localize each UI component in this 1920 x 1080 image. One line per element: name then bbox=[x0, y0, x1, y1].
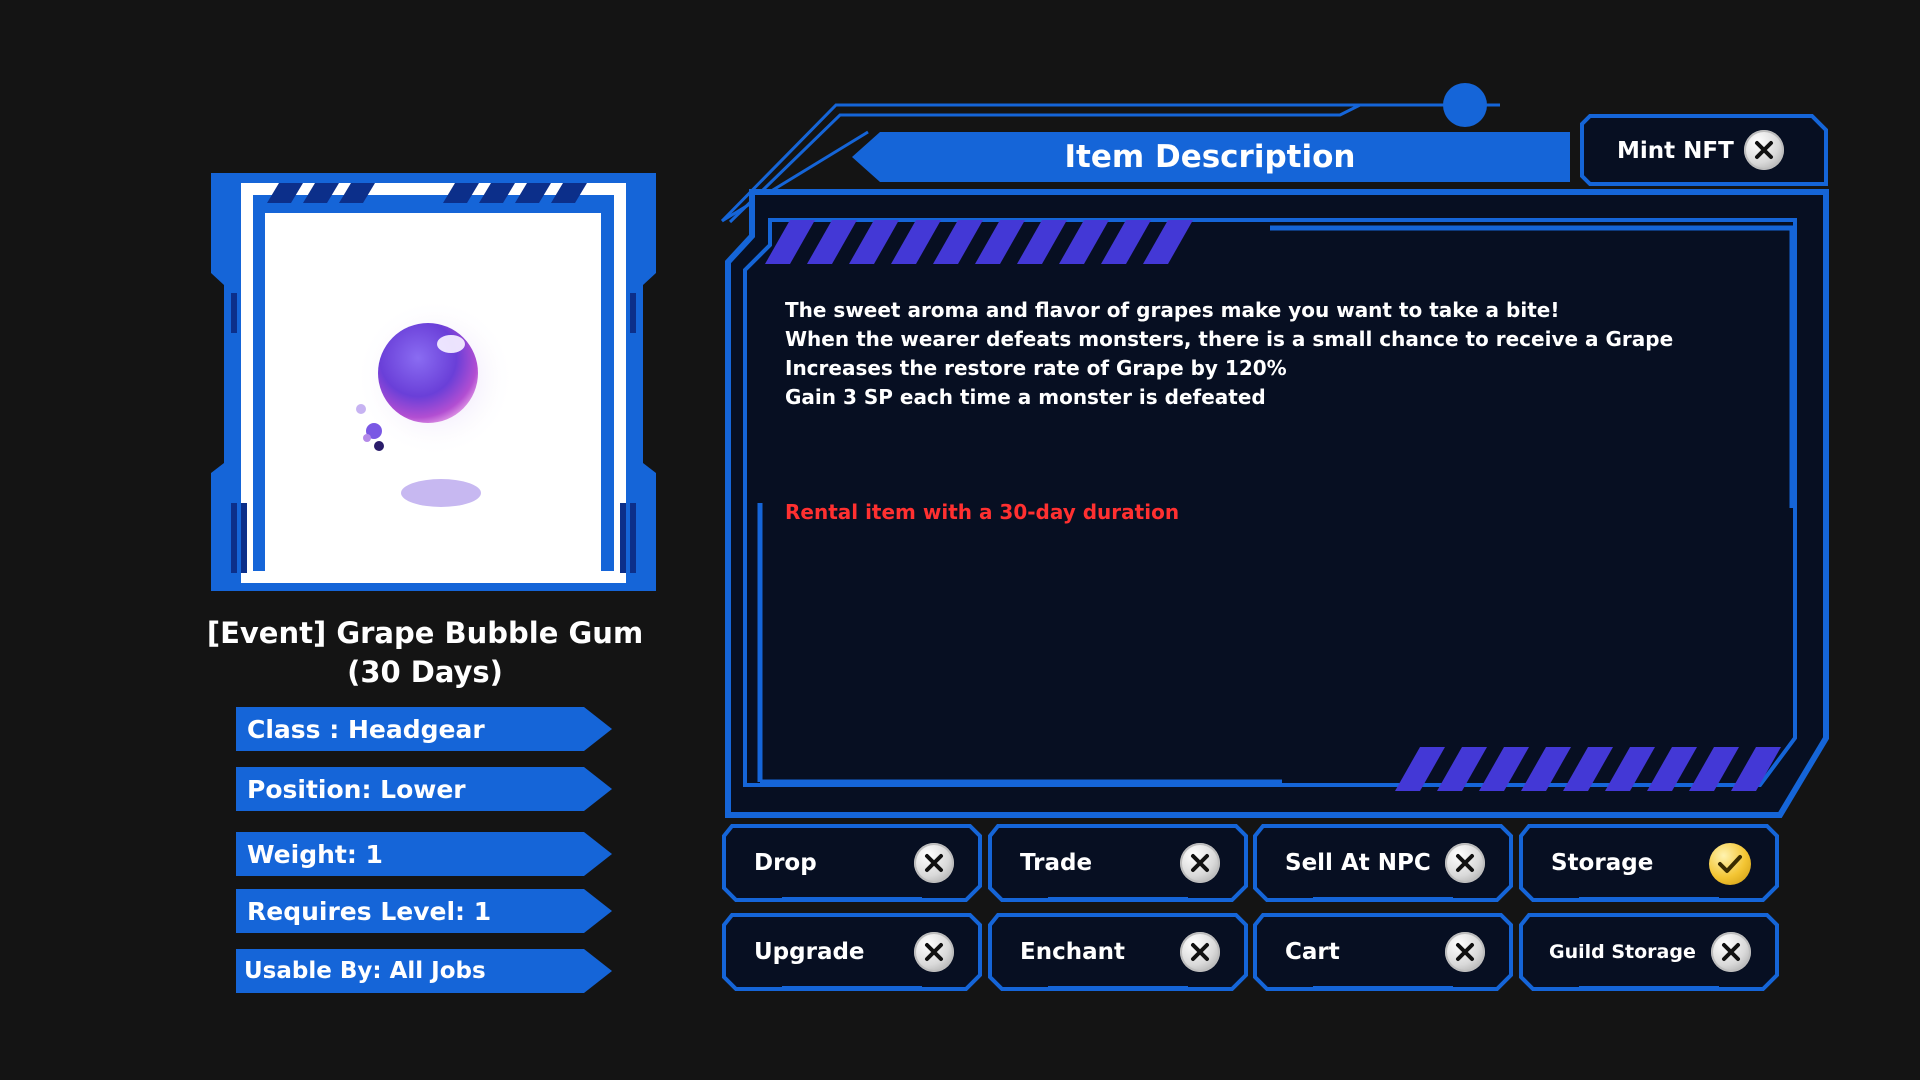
permission-status bbox=[914, 843, 954, 883]
permission-label: Sell At NPC bbox=[1285, 850, 1431, 876]
x-icon bbox=[925, 854, 943, 872]
permission-label: Trade bbox=[1020, 850, 1093, 876]
permission-status bbox=[1445, 843, 1485, 883]
permission-drop[interactable]: Drop bbox=[722, 824, 982, 902]
permission-label: Enchant bbox=[1020, 939, 1125, 965]
panel-title: Item Description bbox=[1064, 139, 1356, 175]
permission-label: Drop bbox=[754, 850, 817, 876]
rental-note: Rental item with a 30-day duration bbox=[785, 500, 1180, 524]
stat-weight: Weight: 1 bbox=[236, 832, 612, 876]
permission-status bbox=[1709, 843, 1751, 885]
mint-nft-label[interactable]: Mint NFT bbox=[1617, 134, 1737, 168]
item-image-frame bbox=[211, 173, 656, 591]
permission-label: Guild Storage bbox=[1549, 941, 1696, 963]
permission-status bbox=[1445, 932, 1485, 972]
x-icon bbox=[1456, 854, 1474, 872]
x-icon bbox=[1191, 943, 1209, 961]
permission-status bbox=[1180, 843, 1220, 883]
item-image bbox=[265, 213, 601, 573]
permission-status bbox=[1180, 932, 1220, 972]
x-icon bbox=[1722, 943, 1740, 961]
item-name-line1: [Event] Grape Bubble Gum bbox=[206, 616, 644, 650]
x-icon bbox=[925, 943, 943, 961]
description-line: When the wearer defeats monsters, there … bbox=[785, 327, 1674, 351]
stat-position: Position: Lower bbox=[236, 767, 612, 811]
permission-upgrade[interactable]: Upgrade bbox=[722, 913, 982, 991]
permission-label: Upgrade bbox=[754, 939, 865, 965]
description-line: The sweet aroma and flavor of grapes mak… bbox=[785, 298, 1560, 322]
permission-cart[interactable]: Cart bbox=[1253, 913, 1513, 991]
item-name: [Event] Grape Bubble Gum (30 Days) bbox=[200, 614, 650, 692]
grape-bubble-gum-icon bbox=[355, 298, 515, 507]
permission-sell-at-npc[interactable]: Sell At NPC bbox=[1253, 824, 1513, 902]
check-icon bbox=[1718, 855, 1742, 873]
item-description: The sweet aroma and flavor of grapes mak… bbox=[785, 296, 1674, 412]
permission-enchant[interactable]: Enchant bbox=[988, 913, 1248, 991]
permission-status bbox=[914, 932, 954, 972]
item-info-screen: [Event] Grape Bubble Gum (30 Days) Class… bbox=[0, 0, 1920, 1080]
permission-guild-storage[interactable]: Guild Storage bbox=[1519, 913, 1779, 991]
description-line: Gain 3 SP each time a monster is defeate… bbox=[785, 385, 1266, 409]
mint-nft-button[interactable] bbox=[1744, 130, 1784, 170]
stat-usable-by: Usable By: All Jobs bbox=[236, 949, 612, 993]
stat-class: Class : Headgear bbox=[236, 707, 612, 751]
permission-storage[interactable]: Storage bbox=[1519, 824, 1779, 902]
stat-required-level: Requires Level: 1 bbox=[236, 889, 612, 933]
permission-label: Storage bbox=[1551, 850, 1654, 876]
item-name-line2: (30 Days) bbox=[347, 655, 503, 689]
permission-trade[interactable]: Trade bbox=[988, 824, 1248, 902]
description-line: Increases the restore rate of Grape by 1… bbox=[785, 356, 1287, 380]
x-icon bbox=[1456, 943, 1474, 961]
permission-status bbox=[1711, 932, 1751, 972]
permission-label: Cart bbox=[1285, 939, 1340, 965]
x-icon bbox=[1191, 854, 1209, 872]
x-icon bbox=[1755, 141, 1773, 159]
